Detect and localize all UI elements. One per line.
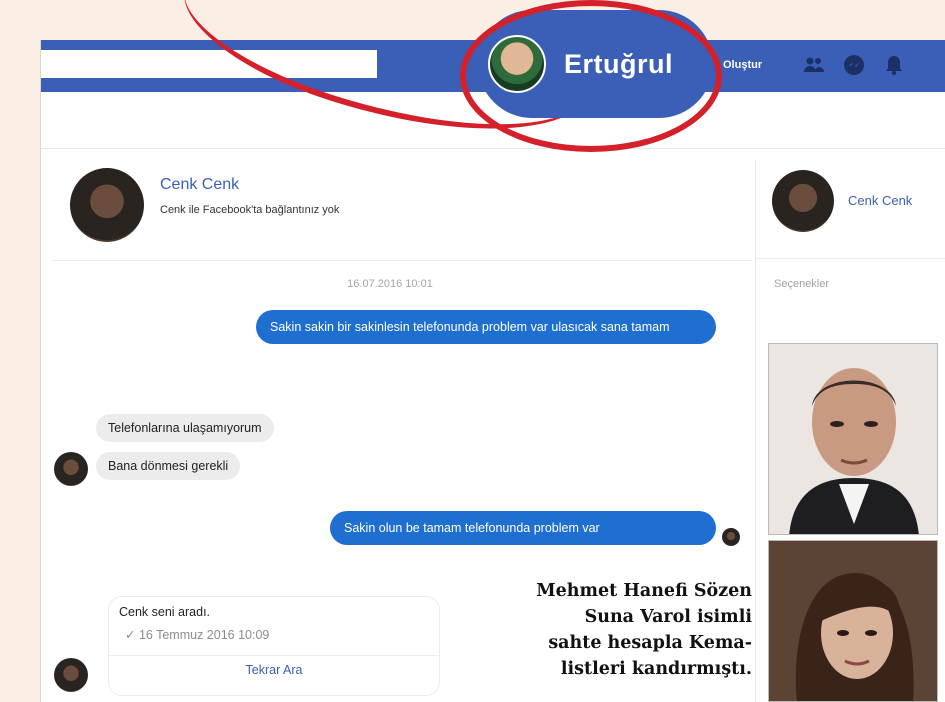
divider bbox=[756, 258, 945, 259]
search-input[interactable] bbox=[41, 50, 377, 78]
caption-line: Suna Varol isimli bbox=[584, 607, 752, 627]
contact-avatar[interactable] bbox=[70, 168, 144, 242]
conversation-header: Cenk Cenk Cenk ile Facebook'ta bağlantın… bbox=[52, 160, 752, 261]
connection-status: Cenk ile Facebook'ta bağlantınız yok bbox=[160, 204, 340, 216]
contact-name-link[interactable]: Cenk Cenk bbox=[160, 176, 239, 194]
message-bubble-outgoing: Sakin sakin bir sakinlesin telefonunda p… bbox=[256, 310, 716, 344]
contact-avatar-small bbox=[54, 658, 88, 692]
friends-icon[interactable] bbox=[801, 52, 827, 78]
missed-call-card: Cenk seni aradı. ✓ 16 Temmuz 2016 10:09 … bbox=[108, 596, 440, 696]
notifications-icon[interactable] bbox=[881, 52, 907, 78]
caption-line: listleri kandırmıştı. bbox=[560, 659, 752, 679]
message-bubble-incoming: Telefonlarına ulaşamıyorum bbox=[96, 414, 274, 442]
contact-avatar[interactable] bbox=[772, 170, 834, 232]
messenger-icon[interactable] bbox=[841, 52, 867, 78]
contact-name-link[interactable]: Cenk Cenk bbox=[848, 193, 912, 208]
portrait-photo-woman bbox=[768, 540, 938, 702]
create-link[interactable]: Oluştur bbox=[723, 59, 762, 71]
caption-line: Mehmet Hanefi Sözen bbox=[536, 581, 752, 601]
message-timestamp: 16.07.2016 10:01 bbox=[347, 278, 433, 290]
call-title: Cenk seni aradı. bbox=[119, 605, 211, 619]
profile-avatar bbox=[488, 35, 546, 93]
contact-avatar-small bbox=[54, 452, 88, 486]
message-bubble-incoming: Bana dönmesi gerekli bbox=[96, 452, 241, 480]
photo-caption: Mehmet Hanefi Sözen Suna Varol isimli sa… bbox=[484, 578, 752, 682]
call-time: ✓ 16 Temmuz 2016 10:09 bbox=[125, 628, 270, 642]
profile-badge[interactable]: Ertuğrul bbox=[478, 10, 713, 118]
seen-indicator-avatar bbox=[722, 528, 740, 546]
options-label[interactable]: Seçenekler bbox=[774, 278, 829, 290]
call-again-button[interactable]: Tekrar Ara bbox=[109, 659, 439, 681]
message-bubble-outgoing: Sakin olun be tamam telefonunda problem … bbox=[330, 511, 716, 545]
divider bbox=[109, 655, 439, 656]
caption-line: sahte hesapla Kema- bbox=[548, 633, 752, 653]
profile-name: Ertuğrul bbox=[564, 48, 673, 79]
portrait-photo-man bbox=[768, 343, 938, 535]
